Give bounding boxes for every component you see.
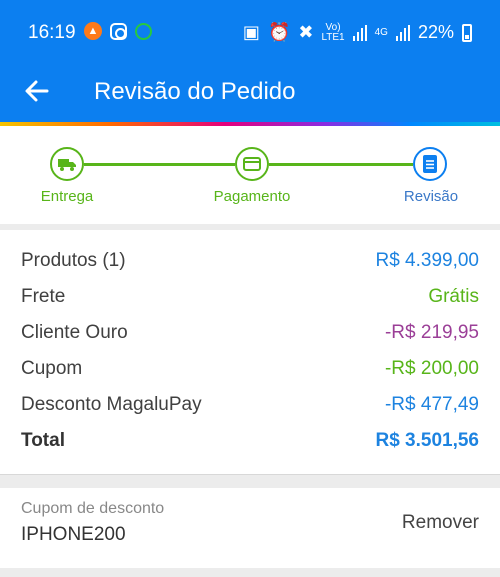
- row-label: Cupom: [21, 358, 83, 379]
- total-label: Total: [21, 430, 65, 451]
- step-revisao[interactable]: [413, 147, 447, 181]
- battery-saver-icon: ▣: [242, 22, 260, 42]
- coupon-label: Cupom de desconto: [21, 500, 165, 517]
- signal-icon: [352, 24, 367, 41]
- row-value: -R$ 219,95: [384, 322, 479, 343]
- row-value: Grátis: [428, 286, 479, 307]
- chat-icon: [135, 22, 152, 40]
- volte-indicator: Vo) LTE1: [321, 21, 345, 43]
- summary-row-cliente-ouro: Cliente Ouro -R$ 219,95: [21, 319, 479, 347]
- truck-icon: [58, 159, 76, 171]
- row-label: Frete: [21, 286, 66, 307]
- notification-icons: ▲: [84, 22, 152, 40]
- coupon-section: Cupom de desconto IPHONE200 Remover: [0, 488, 500, 568]
- step-label-pagamento: Pagamento: [213, 188, 291, 205]
- instagram-icon: [110, 22, 127, 40]
- progress-line-1: [84, 163, 235, 166]
- step-label-revisao: Revisão: [403, 188, 459, 205]
- remove-coupon-button[interactable]: Remover: [402, 512, 479, 534]
- coupon-code: IPHONE200: [21, 524, 126, 545]
- back-arrow-icon[interactable]: [22, 76, 52, 106]
- step-label-entrega: Entrega: [40, 188, 94, 205]
- row-value: -R$ 477,49: [384, 394, 479, 415]
- step-entrega[interactable]: [50, 147, 84, 181]
- status-bar: 16:19 ▲ ▣ ⏰ ✖ Vo) LTE1 4G 22%: [0, 0, 500, 66]
- row-value: -R$ 200,00: [384, 358, 479, 379]
- battery-percentage: 22%: [417, 22, 454, 42]
- battery-icon: [462, 23, 472, 42]
- status-time: 16:19: [28, 22, 76, 43]
- network-type: 4G: [374, 26, 388, 38]
- document-icon: [423, 155, 437, 173]
- alarm-icon: ⏰: [267, 22, 291, 42]
- tinder-icon: ▲: [84, 22, 102, 40]
- row-label: Desconto MagaluPay: [21, 394, 202, 415]
- progress-line-2: [269, 163, 413, 166]
- summary-row-frete: Frete Grátis: [21, 283, 479, 311]
- system-status: ▣ ⏰ ✖ Vo) LTE1 4G 22%: [243, 22, 472, 43]
- order-summary: Produtos (1) R$ 4.399,00 Frete Grátis Cl…: [0, 230, 500, 475]
- summary-total: Total R$ 3.501,56: [21, 427, 479, 455]
- step-pagamento[interactable]: [235, 147, 269, 181]
- page-title: Revisão do Pedido: [94, 78, 296, 105]
- card-icon: [243, 157, 261, 171]
- app-header: 16:19 ▲ ▣ ⏰ ✖ Vo) LTE1 4G 22% Revisão do …: [0, 0, 500, 122]
- summary-row-produtos: Produtos (1) R$ 4.399,00: [21, 247, 479, 275]
- mute-icon: ✖: [298, 22, 314, 42]
- row-label: Cliente Ouro: [21, 322, 128, 343]
- summary-row-magalupay: Desconto MagaluPay -R$ 477,49: [21, 391, 479, 419]
- row-value: R$ 4.399,00: [375, 250, 479, 271]
- signal-icon-2: [395, 24, 410, 41]
- checkout-progress: Entrega Pagamento Revisão: [0, 126, 500, 224]
- row-label: Produtos (1): [21, 250, 126, 271]
- total-value: R$ 3.501,56: [375, 430, 479, 451]
- summary-row-cupom: Cupom -R$ 200,00: [21, 355, 479, 383]
